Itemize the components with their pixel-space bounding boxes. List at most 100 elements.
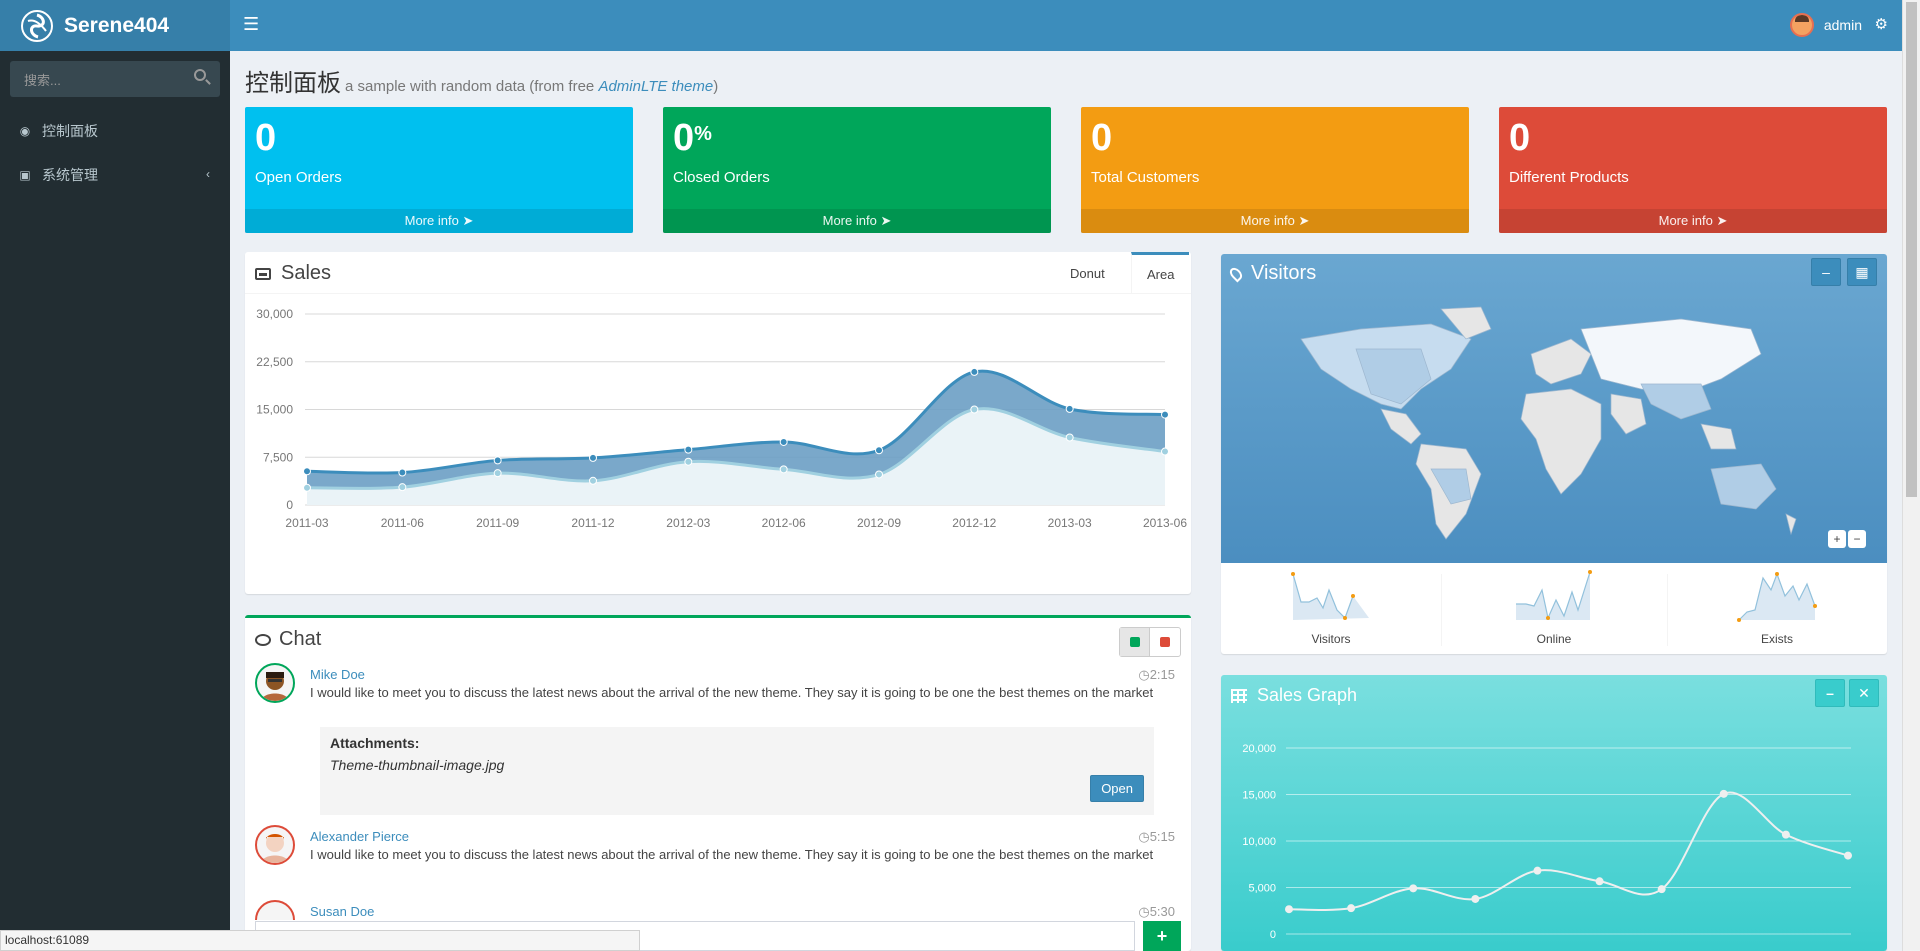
page-scrollbar[interactable] [1902,0,1920,951]
logo[interactable]: Serene404 [0,0,230,51]
more-info-link[interactable]: More info ➤ [1499,209,1887,233]
map-marker-icon [1227,265,1245,282]
sales-line-chart: 0 5,000 10,000 15,000 20,000 [1242,743,1852,941]
zoom-in-button[interactable]: + [1828,530,1846,548]
message-author[interactable]: Susan Doe [310,904,374,919]
minus-icon: – [1826,685,1834,701]
sidebar-item-system[interactable]: ▣ 系统管理 ‹ [0,153,230,197]
sidebar-item-dashboard[interactable]: ◉ 控制面板 [0,109,230,153]
data-point [398,483,407,492]
more-info-link[interactable]: More info ➤ [1081,209,1469,233]
sparkline-online: Online [1444,570,1664,650]
open-attachment-button[interactable]: Open [1090,775,1144,802]
y-tick-label: 0 [286,498,293,512]
data-point [1533,866,1542,875]
attachment-panel: Attachments: Theme-thumbnail-image.jpg O… [320,727,1154,815]
visitors-title: Visitors [1227,262,1317,285]
sidebar-item-label: 控制面板 [42,123,98,139]
clock-icon: ◷ [1138,904,1150,919]
message-author[interactable]: Alexander Pierce [310,829,409,844]
data-point [1595,877,1604,886]
data-point [779,465,788,474]
attachment-filename: Theme-thumbnail-image.jpg [330,757,505,773]
y-tick-label: 7,500 [263,450,293,464]
stat-label: Different Products [1509,169,1629,186]
user-avatar [1789,13,1814,37]
x-tick-label: 2012-06 [762,516,806,530]
sales-box: Sales Donut Area 0 7,500 15,000 22,500 30,00… [245,252,1191,594]
stat-closed-orders: 0% Closed Orders More info ➤ [663,107,1051,233]
y-tick-label: 10,000 [1242,836,1276,848]
content-header: 控制面板 a sample with random data (from fre… [245,63,718,98]
adminlte-link[interactable]: AdminLTE theme [598,78,713,95]
plus-icon: + [1156,925,1168,946]
status-online-button[interactable] [1120,628,1150,656]
x-tick-label: 2011-12 [571,516,614,530]
status-offline-button[interactable] [1150,628,1180,656]
page-subtitle: a sample with random data (from free Adm… [345,78,718,95]
data-point [1781,830,1790,839]
arrow-circle-right-icon: ➤ [462,213,474,228]
x-tick-label: 2011-09 [476,516,519,530]
message-time: ◷2:15 [1138,667,1175,682]
app-title: Serene404 [64,13,170,37]
series-line [1288,791,1849,911]
visitors-title-text: Visitors [1251,262,1317,284]
arrow-circle-right-icon: ➤ [880,213,892,228]
y-tick-label: 15,000 [256,403,293,417]
sales-graph-title-text: Sales Graph [1257,685,1358,705]
scrollbar-thumb[interactable] [1906,2,1917,497]
sparkline-label: Visitors [1311,632,1351,646]
add-message-button[interactable]: + [1143,921,1181,951]
calendar-button[interactable]: ▦ [1847,258,1877,286]
sales-title: Sales [255,262,331,285]
more-info-link[interactable]: More info ➤ [245,209,633,233]
browser-status-bar: localhost:61089 [0,930,640,951]
stat-label: Total Customers [1091,169,1200,186]
data-point [684,445,693,454]
message-text: I would like to meet you to discuss the … [310,847,1154,862]
world-map[interactable] [1281,299,1841,559]
data-point [970,405,979,414]
desktop-icon: ▣ [19,168,31,182]
message-time: ◷5:15 [1138,829,1175,844]
sparkline-chart [1737,572,1817,622]
sparkline-chart [1291,572,1369,620]
data-point [493,469,502,478]
collapse-button[interactable]: – [1811,258,1841,286]
data-point [1844,851,1852,860]
more-info-link[interactable]: More info ➤ [663,209,1051,233]
sidebar-search[interactable]: 搜索... [10,61,220,97]
data-point [303,467,311,476]
gears-icon[interactable]: ⚙ [1875,15,1888,33]
tab-donut[interactable]: Donut [1055,252,1120,294]
y-tick-label: 30,000 [256,307,293,321]
message-text: I would like to meet you to discuss the … [310,685,1154,700]
data-point [398,468,407,477]
chevron-left-icon: ‹ [206,167,210,181]
chat-status-toggle[interactable] [1119,627,1181,657]
page-title: 控制面板 [245,70,341,97]
remove-button[interactable]: ✕ [1849,679,1879,707]
sidebar-toggle-icon[interactable]: ☰ [243,14,259,35]
data-point [1657,885,1666,894]
data-point [303,483,311,492]
inbox-icon [255,267,271,280]
chat-title-text: Chat [279,628,322,650]
visitors-box: Visitors – ▦ + − Visitors Online Exists [1221,254,1887,654]
data-point [1471,894,1480,903]
search-icon[interactable] [194,69,206,81]
subtitle-prefix: a sample with random data (from free [345,78,599,95]
data-point [1161,410,1169,419]
stat-label: Open Orders [255,169,342,186]
collapse-button[interactable]: – [1815,679,1845,707]
message-author[interactable]: Mike Doe [310,667,365,682]
user-menu[interactable]: admin [1789,13,1862,37]
zoom-out-button[interactable]: − [1848,530,1866,548]
search-input[interactable]: 搜索... [24,73,61,88]
tab-area[interactable]: Area [1131,252,1190,294]
sales-title-text: Sales [281,262,332,284]
sales-graph-box: Sales Graph – ✕ 0 5,000 10,000 15,000 20,000 [1221,675,1887,951]
minus-icon: – [1822,264,1830,280]
y-tick-label: 22,500 [256,355,293,369]
